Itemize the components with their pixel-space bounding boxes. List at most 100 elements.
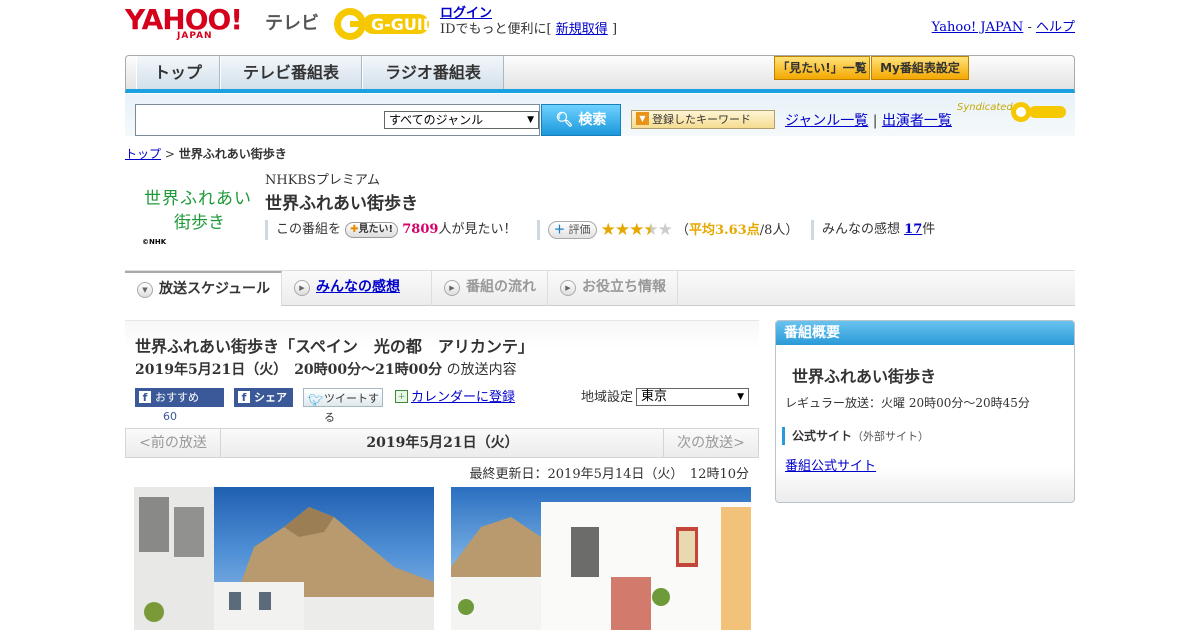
episode-photo [134, 487, 434, 630]
genre-select-value: すべてのジャンル [389, 113, 484, 127]
help-link[interactable]: ヘルプ [1036, 20, 1075, 35]
chevron-right-icon: ▶ [444, 280, 460, 296]
share-label: シェア [254, 391, 287, 404]
login-prompt-suffix: ] [611, 22, 618, 37]
social-actions: f おすすめ 60 f シェア 🐦︎ ツイートする ＋ カレンダーに登録 地域設定… [135, 388, 755, 424]
main-nav: トップ テレビ番組表 ラジオ番組表 「見たい!」一覧 My番組表設定 [125, 55, 1075, 93]
program-stats: この番組を ✚見たい! 7809人が見たい！ ＋ 評価 ★★★★★ （平均3.6… [265, 220, 965, 240]
watch-count: 7809 [402, 222, 439, 237]
facebook-recommend-button[interactable]: f おすすめ 60 [135, 388, 224, 424]
photo-alicante-castle-street [134, 487, 434, 630]
star-icon: ★ [657, 220, 673, 240]
watchlist-button[interactable]: 「見たい!」一覧 [774, 56, 870, 80]
calendar-label: カレンダーに登録 [411, 390, 516, 405]
recommend-label: おすすめ [155, 391, 199, 404]
facebook-share-button[interactable]: f シェア [234, 388, 293, 407]
next-broadcast-button[interactable]: 次の放送> [663, 429, 758, 457]
yahoo-japan-link[interactable]: Yahoo! JAPAN [932, 20, 1024, 35]
search-icon: 🔍︎ [555, 112, 574, 128]
tab-impressions[interactable]: ▶ みんなの感想 [282, 271, 432, 306]
facebook-icon: f [139, 391, 151, 404]
episode-datetime: 2019年5月21日（火） 20時00分～21時00分 の放送内容 [135, 359, 517, 379]
rate-button[interactable]: ＋ 評価 [548, 221, 597, 239]
add-to-calendar-link[interactable]: ＋ カレンダーに登録 [395, 388, 515, 407]
login-link[interactable]: ログイン [440, 6, 492, 21]
watch-stats: この番組を ✚見たい! 7809人が見たい！ [265, 220, 516, 240]
plus-icon: ✚ [350, 224, 359, 235]
want-to-watch-button[interactable]: ✚見たい! [345, 222, 399, 238]
breadcrumb-separator: > [164, 147, 175, 161]
official-site-label: 公式サイト [792, 429, 853, 443]
g-guide-logo[interactable]: G-GUIDE [333, 6, 433, 42]
program-logo-line1: 世界ふれあい [144, 189, 252, 209]
watch-prefix: この番組を [276, 222, 342, 237]
chevron-down-icon: ▼ [137, 282, 153, 298]
tweet-button[interactable]: 🐦︎ ツイートする [303, 388, 383, 424]
official-site-link[interactable]: 番組公式サイト [785, 455, 876, 474]
rate-button-label: 評価 [568, 223, 591, 236]
overview-title: 世界ふれあい街歩き [792, 367, 937, 386]
breadcrumb-home[interactable]: トップ [125, 147, 161, 161]
yahoo-logo[interactable]: YAHOO! JAPAN [125, 6, 243, 41]
dropdown-arrow-icon: ▼ [527, 115, 534, 125]
photo-alicante-white-houses [451, 502, 751, 630]
tab-broadcast-schedule[interactable]: ▼ 放送スケジュール [125, 271, 282, 306]
current-broadcast-date: 2019年5月21日（火） [366, 435, 519, 451]
twitter-bird-icon: 🐦︎ [308, 393, 324, 407]
facebook-icon: f [238, 391, 250, 404]
calendar-icon: ＋ [395, 390, 408, 403]
triangle-down-icon: ▼ [636, 112, 649, 125]
breadcrumb-current: 世界ふれあい街歩き [178, 147, 287, 161]
episode-title: 世界ふれあい街歩き「スペイン 光の都 アリカンテ」 [135, 337, 534, 356]
search-button[interactable]: 🔍︎ 検索 [541, 104, 621, 136]
average-score: 平均3.63点 [689, 223, 760, 238]
avg-suffix: /8人） [759, 223, 799, 238]
program-logo: 世界ふれあい 街歩き ©NHK [138, 178, 253, 248]
login-prompt-prefix: IDでもっと便利に[ [440, 22, 552, 37]
episode-box: 世界ふれあい街歩き「スペイン 光の都 アリカンテ」 2019年5月21日（火） … [125, 320, 759, 424]
impression-stats: みんなの感想 17件 [811, 220, 935, 240]
date-navigation: <前の放送 2019年5月21日（火） 次の放送> [125, 428, 759, 458]
episode-photo [451, 487, 751, 630]
tab-label: 番組の流れ [466, 279, 536, 295]
channel-name: NHKBSプレミアム [265, 173, 380, 188]
nav-tab-radio-schedule[interactable]: ラジオ番組表 [362, 56, 504, 89]
nav-tab-tv-schedule[interactable]: テレビ番組表 [220, 56, 362, 89]
search-links: ジャンル一覧 | 出演者一覧 [785, 110, 952, 130]
nav-tab-top[interactable]: トップ [136, 56, 220, 89]
impressions-count-link[interactable]: 17 [904, 222, 922, 237]
watch-suffix: 人が見たい！ [438, 222, 517, 237]
official-site-heading: 公式サイト（外部サイト） [782, 427, 929, 445]
program-title: 世界ふれあい街歩き [265, 194, 418, 214]
register-link[interactable]: 新規取得 [556, 22, 608, 37]
region-select[interactable]: 東京 ▼ [636, 388, 749, 406]
content-tabs: ▼ 放送スケジュール ▶ みんなの感想 ▶ 番組の流れ ▶ お役立ち情報 [125, 270, 1075, 306]
login-area: ログイン IDでもっと便利に[ 新規取得 ] [440, 6, 617, 38]
tab-label: 放送スケジュール [159, 281, 271, 297]
syndicated-g-guide-logo [1011, 102, 1066, 122]
plus-icon: ＋ [554, 223, 565, 236]
avg-prefix: （ [676, 223, 690, 238]
performer-list-link[interactable]: 出演者一覧 [882, 113, 952, 129]
link-separator: - [1027, 20, 1032, 35]
tweet-label: ツイートする [324, 392, 379, 424]
tab-label: お役立ち情報 [582, 279, 666, 295]
star-icon: ★ [614, 220, 630, 240]
top-right-links: Yahoo! JAPAN - ヘルプ [932, 16, 1075, 35]
chevron-right-icon: ▶ [560, 280, 576, 296]
genre-select[interactable]: すべてのジャンル ▼ [384, 111, 539, 129]
my-schedule-settings-button[interactable]: My番組表設定 [871, 56, 969, 80]
main-content: 世界ふれあい街歩き「スペイン 光の都 アリカンテ」 2019年5月21日（火） … [125, 320, 759, 630]
tab-useful-info[interactable]: ▶ お役立ち情報 [548, 271, 678, 306]
rating-stats: ＋ 評価 ★★★★★ （平均3.63点/8人） [537, 220, 798, 240]
registered-keywords-button[interactable]: ▼ 登録したキーワード [631, 110, 775, 129]
previous-broadcast-button[interactable]: <前の放送 [126, 429, 221, 457]
region-label: 地域設定 [581, 390, 634, 405]
tab-label: みんなの感想 [316, 279, 400, 295]
dropdown-arrow-icon: ▼ [737, 392, 744, 402]
breadcrumb: トップ > 世界ふれあい街歩き [125, 145, 287, 162]
service-label[interactable]: テレビ [265, 9, 319, 35]
genre-list-link[interactable]: ジャンル一覧 [785, 113, 868, 129]
tab-program-flow[interactable]: ▶ 番組の流れ [432, 271, 548, 306]
star-rating: ★★★★★ [601, 220, 673, 240]
